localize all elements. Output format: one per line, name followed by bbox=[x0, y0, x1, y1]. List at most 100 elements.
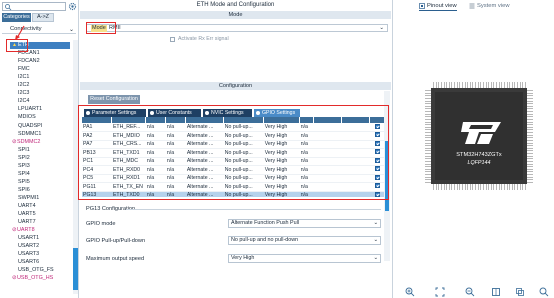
sidebar-item-sdmmc1[interactable]: SDMMC1 bbox=[18, 131, 41, 138]
chip-pin[interactable] bbox=[469, 184, 471, 190]
chip-pin[interactable] bbox=[527, 155, 533, 157]
chip-pin[interactable] bbox=[475, 184, 477, 190]
chip-pin[interactable] bbox=[527, 176, 533, 178]
chip-pin[interactable] bbox=[440, 184, 442, 190]
chip-pin[interactable] bbox=[480, 184, 482, 190]
sidebar-item-spi4[interactable]: SPI4 bbox=[18, 171, 30, 178]
chip-pin[interactable] bbox=[527, 147, 533, 149]
chip-pin[interactable] bbox=[527, 174, 533, 176]
layers-icon[interactable] bbox=[515, 287, 525, 297]
scrollbar-thumb[interactable] bbox=[73, 248, 78, 290]
sidebar-item-usart2[interactable]: USART2 bbox=[18, 243, 39, 250]
chip-pin[interactable] bbox=[527, 105, 533, 107]
chip-pin[interactable] bbox=[527, 150, 533, 152]
chip-pin[interactable] bbox=[496, 184, 498, 190]
chip-pin[interactable] bbox=[456, 184, 458, 190]
tab-system-view[interactable]: System view bbox=[469, 2, 510, 10]
gear-icon[interactable] bbox=[68, 2, 77, 11]
chip-pin[interactable] bbox=[472, 184, 474, 190]
chip-pin[interactable] bbox=[527, 160, 533, 162]
gpio-mode-select[interactable]: Alternate Function Push Pull ⌄ bbox=[228, 219, 381, 228]
sidebar-item-spi2[interactable]: SPI2 bbox=[18, 155, 30, 162]
chip-pin[interactable] bbox=[527, 171, 533, 173]
zoom-out-icon[interactable] bbox=[465, 287, 475, 297]
chip-pin[interactable] bbox=[517, 184, 519, 190]
chip-pin[interactable] bbox=[511, 184, 513, 190]
reset-configuration-button[interactable]: Reset Configuration bbox=[88, 95, 140, 104]
max-speed-select[interactable]: Very High ⌄ bbox=[228, 254, 381, 263]
sidebar-item-spi1[interactable]: SPI1 bbox=[18, 147, 30, 154]
sidebar-item-i2c2[interactable]: I2C2 bbox=[18, 82, 29, 89]
chip-pin[interactable] bbox=[482, 184, 484, 190]
chip-pin[interactable] bbox=[527, 163, 533, 165]
chip-pin[interactable] bbox=[451, 184, 453, 190]
chip-pin[interactable] bbox=[527, 132, 533, 134]
chip-pin[interactable] bbox=[443, 184, 445, 190]
chip-pin[interactable] bbox=[446, 184, 448, 190]
chip-pin[interactable] bbox=[498, 184, 500, 190]
sidebar-item-uart7[interactable]: UART7 bbox=[18, 219, 36, 226]
chip-pin[interactable] bbox=[464, 184, 466, 190]
chip-pin[interactable] bbox=[527, 145, 533, 147]
chip-pin[interactable] bbox=[527, 179, 533, 181]
chip-pin[interactable] bbox=[527, 113, 533, 115]
chip-pin[interactable] bbox=[527, 126, 533, 128]
chip-pin[interactable] bbox=[527, 166, 533, 168]
chip-pin[interactable] bbox=[514, 184, 516, 190]
chip-pin[interactable] bbox=[527, 158, 533, 160]
chip-pin[interactable] bbox=[433, 184, 434, 190]
mode-select[interactable]: Mode RMII ⌄ bbox=[86, 24, 388, 32]
sidebar-item-uart8[interactable]: ⊘UART8 bbox=[12, 227, 35, 234]
chip-pin[interactable] bbox=[527, 103, 533, 105]
sidebar-item-sdmmc2[interactable]: ⊘SDMMC2 bbox=[12, 139, 40, 146]
chip-pin[interactable] bbox=[527, 111, 533, 113]
chip-pin[interactable] bbox=[527, 90, 533, 91]
mcu-chip[interactable]: STM32H743ZGTx LQFP144 bbox=[423, 80, 535, 192]
sidebar-item-usb-otg-hs[interactable]: ⊘USB_OTG_HS bbox=[12, 275, 53, 282]
chip-pin[interactable] bbox=[527, 137, 533, 139]
search-input[interactable] bbox=[2, 2, 66, 11]
chip-pin[interactable] bbox=[527, 92, 533, 94]
activate-rx-err-checkbox[interactable] bbox=[170, 37, 175, 42]
sidebar-item-i2c4[interactable]: I2C4 bbox=[18, 98, 29, 105]
chip-pin[interactable] bbox=[488, 184, 490, 190]
chip-pin[interactable] bbox=[527, 100, 533, 102]
chip-pin[interactable] bbox=[454, 184, 456, 190]
chip-pin[interactable] bbox=[477, 184, 479, 190]
sidebar-item-i2c1[interactable]: I2C1 bbox=[18, 74, 29, 81]
sidebar-item-uart5[interactable]: UART5 bbox=[18, 211, 36, 218]
sidebar-item-spi6[interactable]: SPI6 bbox=[18, 187, 30, 194]
chip-pin[interactable] bbox=[448, 184, 450, 190]
chip-pin[interactable] bbox=[527, 116, 533, 118]
chip-pin[interactable] bbox=[527, 97, 533, 99]
book-icon[interactable] bbox=[491, 287, 501, 297]
sidebar-item-spi3[interactable]: SPI3 bbox=[18, 163, 30, 170]
chip-pin[interactable] bbox=[527, 153, 533, 155]
tab-categories[interactable]: Categories bbox=[2, 13, 31, 22]
chip-pin[interactable] bbox=[501, 184, 503, 190]
gpio-pull-select[interactable]: No pull-up and no pull-down ⌄ bbox=[228, 236, 381, 245]
sidebar-item-quadspi[interactable]: QUADSPI bbox=[18, 123, 42, 130]
sidebar-item-usart6[interactable]: USART6 bbox=[18, 259, 39, 266]
chip-pin[interactable] bbox=[527, 129, 533, 131]
sidebar-item-uart4[interactable]: UART4 bbox=[18, 203, 36, 210]
sidebar-item-usart1[interactable]: USART1 bbox=[18, 235, 39, 242]
chip-pin[interactable] bbox=[527, 118, 533, 120]
sidebar-item-lpuart1[interactable]: LPUART1 bbox=[18, 106, 42, 113]
chip-pin[interactable] bbox=[527, 168, 533, 170]
chip-pin[interactable] bbox=[435, 184, 437, 190]
chip-pin[interactable] bbox=[503, 184, 505, 190]
chip-pin[interactable] bbox=[490, 184, 492, 190]
chip-pin[interactable] bbox=[438, 184, 440, 190]
chip-pin[interactable] bbox=[485, 184, 487, 190]
chip-pin[interactable] bbox=[522, 184, 524, 190]
fit-screen-icon[interactable] bbox=[435, 287, 445, 297]
tab-a-z[interactable]: A->Z bbox=[32, 13, 54, 22]
chip-pin[interactable] bbox=[467, 184, 469, 190]
chip-pin[interactable] bbox=[461, 184, 463, 190]
chip-pin[interactable] bbox=[527, 139, 533, 141]
chip-pin[interactable] bbox=[527, 95, 533, 97]
chip-pin[interactable] bbox=[506, 184, 508, 190]
chip-pin[interactable] bbox=[493, 184, 495, 190]
sidebar-item-fdcan2[interactable]: FDCAN2 bbox=[18, 58, 40, 65]
